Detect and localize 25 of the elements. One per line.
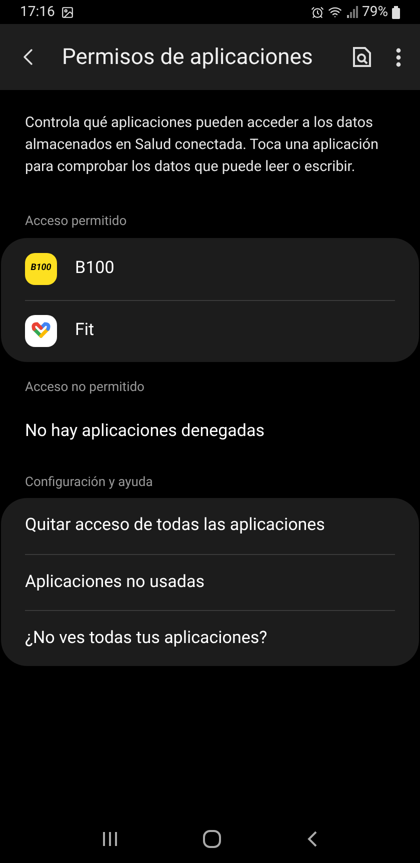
settings-item[interactable]: Aplicaciones no usadas [25, 570, 204, 596]
back-icon[interactable] [306, 830, 318, 848]
more-options-icon [396, 48, 400, 66]
app-name[interactable]: B100 [75, 256, 114, 282]
empty-message: No hay aplicaciones denegadas [24, 420, 266, 443]
home-icon[interactable] [202, 830, 221, 848]
alarm-icon [311, 6, 324, 18]
app-logo: B100 [25, 252, 57, 284]
gallery-icon [60, 6, 74, 18]
settings-item[interactable]: Quitar acceso de todas las aplicaciones [25, 513, 325, 539]
wifi-icon [328, 5, 342, 19]
signal-icon [346, 6, 358, 18]
section-header: Acceso permitido [24, 213, 128, 231]
section-header: Configuración y ayuda [24, 474, 154, 492]
recent-apps-icon[interactable] [102, 831, 118, 847]
document-search-icon [352, 46, 372, 68]
section-header: Acceso no permitido [24, 378, 146, 396]
status-time: 17:16 [20, 2, 55, 22]
battery-level: 79% [362, 2, 388, 22]
battery-icon [392, 6, 400, 18]
settings-item[interactable]: ¿No ves todas tus aplicaciones? [25, 626, 268, 652]
page-title: Permisos de aplicaciones [62, 44, 313, 72]
app-name[interactable]: Fit [75, 318, 94, 344]
heart-logo-icon [25, 315, 57, 347]
description-text: Controla qué aplicaciones pueden acceder a los datos almacenados en Salud conectada. Toca una aplicación para comprobar los datos que puede leer o escribir. [24, 113, 380, 177]
